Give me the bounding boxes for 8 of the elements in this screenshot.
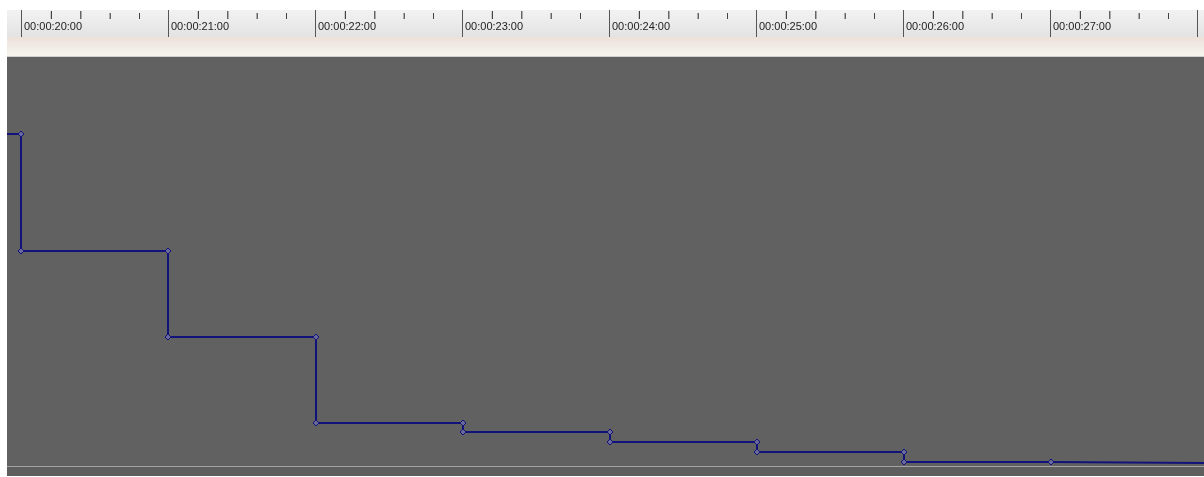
time-label: 00:00:21:00: [170, 20, 231, 33]
time-label: 00:00:26:00: [905, 20, 966, 33]
time-label: 00:00:25:00: [758, 20, 819, 33]
time-label: 00:00:20:00: [23, 20, 84, 33]
time-label: 00:00:24:00: [611, 20, 672, 33]
time-label: 00:00:22:00: [317, 20, 378, 33]
time-label: 00:00:27:00: [1052, 20, 1113, 33]
time-label: 00:00:23:00: [464, 20, 525, 33]
